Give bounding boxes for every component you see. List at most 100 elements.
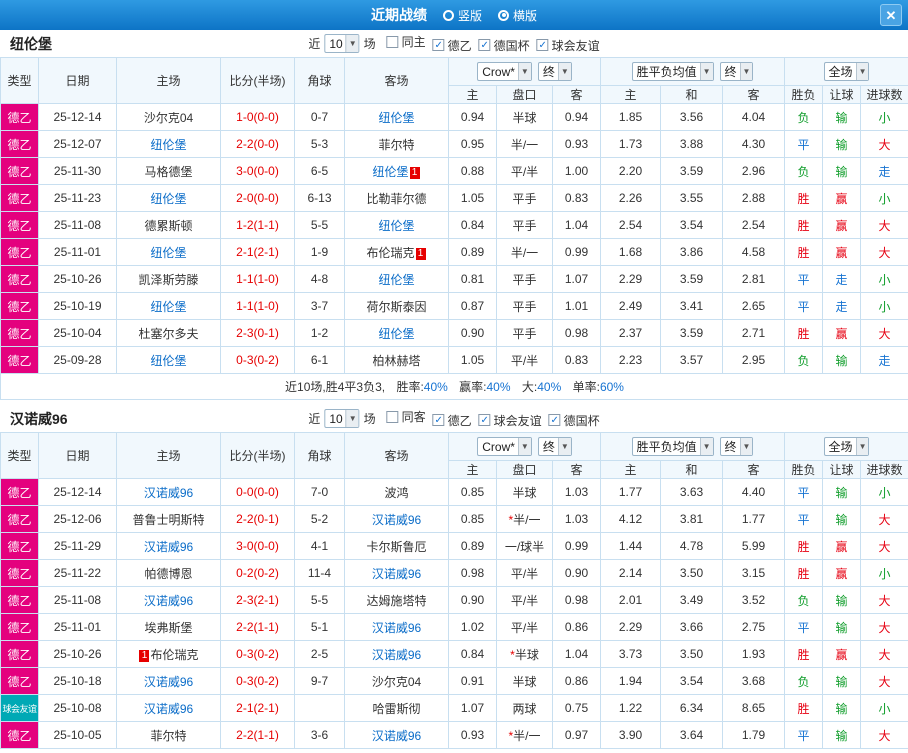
team-name[interactable]: 汉诺威96: [144, 675, 193, 689]
avg-away-odds: 1.77: [721, 505, 786, 533]
filter-checkbox-0[interactable]: 同客: [386, 408, 426, 425]
away-team-cell: 汉诺威96: [344, 559, 449, 587]
match-date: 25-10-19: [38, 292, 117, 320]
avg-away-odds: 1.79: [721, 721, 786, 749]
team-name[interactable]: 汉诺威96: [144, 540, 193, 554]
filter-checkbox-0[interactable]: 同主: [386, 33, 426, 50]
avg-home-odds: 1.77: [600, 478, 661, 506]
home-team-cell: 帕德博恩: [116, 559, 221, 587]
match-count-select[interactable]: 10 ▼: [324, 409, 360, 428]
team-name[interactable]: 汉诺威96: [144, 486, 193, 500]
avg-time-select[interactable]: 终 ▼: [719, 437, 754, 456]
handicap-home-odds: 0.84: [448, 211, 497, 239]
home-team-cell: 纽伦堡: [116, 292, 221, 320]
filter-checkbox-1[interactable]: ✓ 德乙: [432, 37, 472, 54]
avg-home-odds: 2.54: [600, 211, 661, 239]
avg-odds-select[interactable]: 胜平负均值 ▼: [631, 437, 714, 456]
match-row: 德乙 25-11-23 纽伦堡 2-0(0-0) 6-13 比勒菲尔德 1.05 平手 0.83…: [0, 184, 908, 212]
filter-checkbox-3[interactable]: ✓ 球会友谊: [536, 37, 600, 54]
match-date: 25-12-07: [38, 130, 117, 158]
layout-option-horizontal[interactable]: 横版: [498, 7, 537, 24]
avg-home-odds: 1.85: [600, 103, 661, 131]
team-name[interactable]: 汉诺威96: [372, 729, 421, 743]
filter-checkbox-1[interactable]: ✓ 德乙: [432, 412, 472, 429]
away-team-cell: 菲尔特: [344, 130, 449, 158]
avg-away-odds: 2.81: [721, 265, 786, 293]
filter-checkbox-2[interactable]: ✓ 德国杯: [478, 37, 530, 54]
col-wdl: 胜负: [784, 460, 824, 479]
avg-away-odds: 2.88: [721, 184, 786, 212]
scope-select[interactable]: 全场 ▼: [823, 62, 870, 81]
checkbox-label: 德乙: [447, 38, 472, 53]
col-date: 日期: [38, 432, 117, 479]
match-date: 25-10-08: [38, 694, 117, 722]
handicap-result: 输: [822, 721, 862, 749]
filter-checkbox-3[interactable]: ✓ 德国杯: [548, 412, 600, 429]
team-name[interactable]: 汉诺威96: [372, 513, 421, 527]
team-name[interactable]: 汉诺威96: [144, 702, 193, 716]
col-date: 日期: [38, 57, 117, 104]
team-name[interactable]: 纽伦堡: [150, 300, 186, 314]
team-name[interactable]: 汉诺威96: [372, 648, 421, 662]
odds-time-select[interactable]: 终 ▼: [537, 437, 572, 456]
team-name[interactable]: 汉诺威96: [372, 621, 421, 635]
layout-option-vertical[interactable]: 竖版: [442, 7, 482, 24]
score: 2-0(0-0): [220, 184, 295, 212]
scope-select[interactable]: 全场 ▼: [823, 437, 870, 456]
team-name[interactable]: 纽伦堡: [150, 246, 186, 260]
odds-time-select[interactable]: 终 ▼: [537, 62, 572, 81]
team-name[interactable]: 汉诺威96: [372, 567, 421, 581]
single-rate-label: 单率:: [572, 380, 600, 394]
handicap-result: 赢: [822, 319, 862, 347]
checkbox-checked-icon: ✓: [548, 414, 561, 427]
team-name[interactable]: 汉诺威96: [144, 594, 193, 608]
home-team-cell: 汉诺威96: [116, 478, 221, 506]
close-button[interactable]: ✕: [880, 4, 902, 26]
handicap-line: 平手: [496, 211, 553, 239]
team-name[interactable]: 纽伦堡: [150, 354, 186, 368]
league-type-badge: 德乙: [0, 640, 39, 668]
checkbox-label: 德国杯: [493, 38, 530, 53]
handicap-away-odds: 0.98: [552, 586, 601, 614]
filter-checkbox-2[interactable]: ✓ 球会友谊: [478, 412, 542, 429]
match-date: 25-11-01: [38, 238, 117, 266]
score: 1-1(1-0): [220, 292, 295, 320]
team-name[interactable]: 纽伦堡: [378, 219, 414, 233]
match-row: 德乙 25-10-18 汉诺威96 0-3(0-2) 9-7 沙尔克04 0.91 半球 0.8…: [0, 667, 908, 695]
handicap-home-odds: 0.89: [448, 238, 497, 266]
handicap-home-odds: 0.93: [448, 721, 497, 749]
away-team-cell: 哈雷斯彻: [344, 694, 449, 722]
team-name[interactable]: 纽伦堡: [150, 138, 186, 152]
away-favored-star: *: [508, 512, 514, 527]
team-name[interactable]: 纽伦堡: [378, 327, 414, 341]
team-name[interactable]: 纽伦堡: [378, 111, 414, 125]
league-type-badge: 德乙: [0, 667, 39, 695]
avg-draw-odds: 3.50: [660, 640, 723, 668]
odds-company-select[interactable]: Crow* ▼: [477, 62, 532, 81]
match-row: 球会友谊 25-10-08 汉诺威96 2-1(2-1) 哈雷斯彻 1.07 两球 0.75 1…: [0, 694, 908, 722]
checkbox-label: 德国杯: [563, 413, 600, 428]
avg-time-select[interactable]: 终 ▼: [719, 62, 754, 81]
team-name: 比勒菲尔德: [366, 191, 427, 206]
league-type-badge: 德乙: [0, 586, 39, 614]
match-date: 25-10-26: [38, 265, 117, 293]
over-under-result: 大: [860, 130, 908, 158]
team-name[interactable]: 纽伦堡: [372, 165, 408, 179]
match-count-select[interactable]: 10 ▼: [324, 34, 360, 53]
team-name[interactable]: 纽伦堡: [150, 192, 186, 206]
handicap-home-odds: 0.88: [448, 157, 497, 185]
corners: 5-1: [294, 613, 345, 641]
over-under-result: 小: [860, 184, 908, 212]
team-title: 纽伦堡: [10, 35, 52, 52]
handicap-line: 一/球半: [496, 532, 553, 560]
over-under-result: 大: [860, 319, 908, 347]
away-team-cell: 柏林赫塔: [344, 346, 449, 374]
odds-company-select[interactable]: Crow* ▼: [477, 437, 532, 456]
chevron-down-icon: ▼: [699, 63, 713, 80]
team-name: 柏林赫塔: [372, 353, 421, 368]
team-name[interactable]: 纽伦堡: [378, 273, 414, 287]
wdl-result: 平: [784, 505, 824, 533]
avg-odds-select[interactable]: 胜平负均值 ▼: [631, 62, 714, 81]
col-let-ball: 让球: [822, 460, 862, 479]
match-row: 德乙 25-11-01 埃弗斯堡 2-2(1-1) 5-1 汉诺威96 1.02 平/半 0.8…: [0, 613, 908, 641]
